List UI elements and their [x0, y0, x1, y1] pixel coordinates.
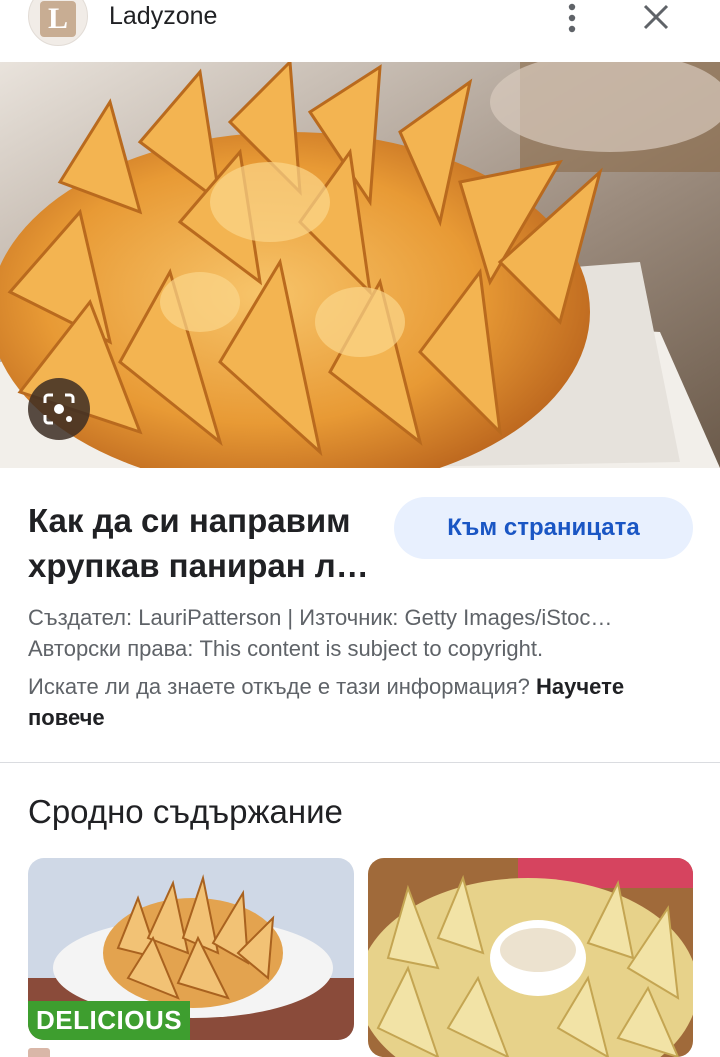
google-lens-icon — [43, 393, 75, 425]
copyright-text: Авторски права: This content is subject … — [28, 636, 544, 661]
lens-search-button[interactable] — [28, 378, 90, 440]
result-title-line2: хрупкав паниран л… — [28, 547, 369, 584]
result-title[interactable]: Как да си направим хрупкав паниран л… — [28, 498, 378, 588]
info-question: Искате ли да знаете откъде е тази информ… — [28, 674, 530, 699]
image-metadata: Създател: LauriPatterson | Източник: Get… — [28, 602, 698, 664]
card-badge: DELICIOUS — [28, 1001, 191, 1040]
info-source: Искате ли да знаете откъде е тази информ… — [28, 671, 698, 733]
related-card[interactable] — [368, 858, 693, 1057]
close-icon[interactable] — [638, 0, 674, 36]
more-vertical-icon[interactable] — [558, 2, 586, 34]
main-image[interactable] — [0, 62, 720, 468]
related-card[interactable]: DELICIOUS — [28, 858, 354, 1040]
result-title-line1: Как да си направим — [28, 502, 351, 539]
site-logo[interactable]: L — [28, 0, 88, 46]
divider — [0, 762, 720, 763]
creator-text: Създател: LauriPatterson | Източник: Get… — [28, 605, 613, 630]
site-logo-letter: L — [40, 1, 76, 37]
card-source-favicon — [28, 1048, 50, 1057]
visit-page-button[interactable]: Към страницата — [394, 497, 693, 559]
related-content-title: Сродно съдържание — [28, 793, 343, 830]
header-bar: L Ladyzone — [0, 0, 720, 62]
site-name[interactable]: Ladyzone — [109, 2, 217, 31]
